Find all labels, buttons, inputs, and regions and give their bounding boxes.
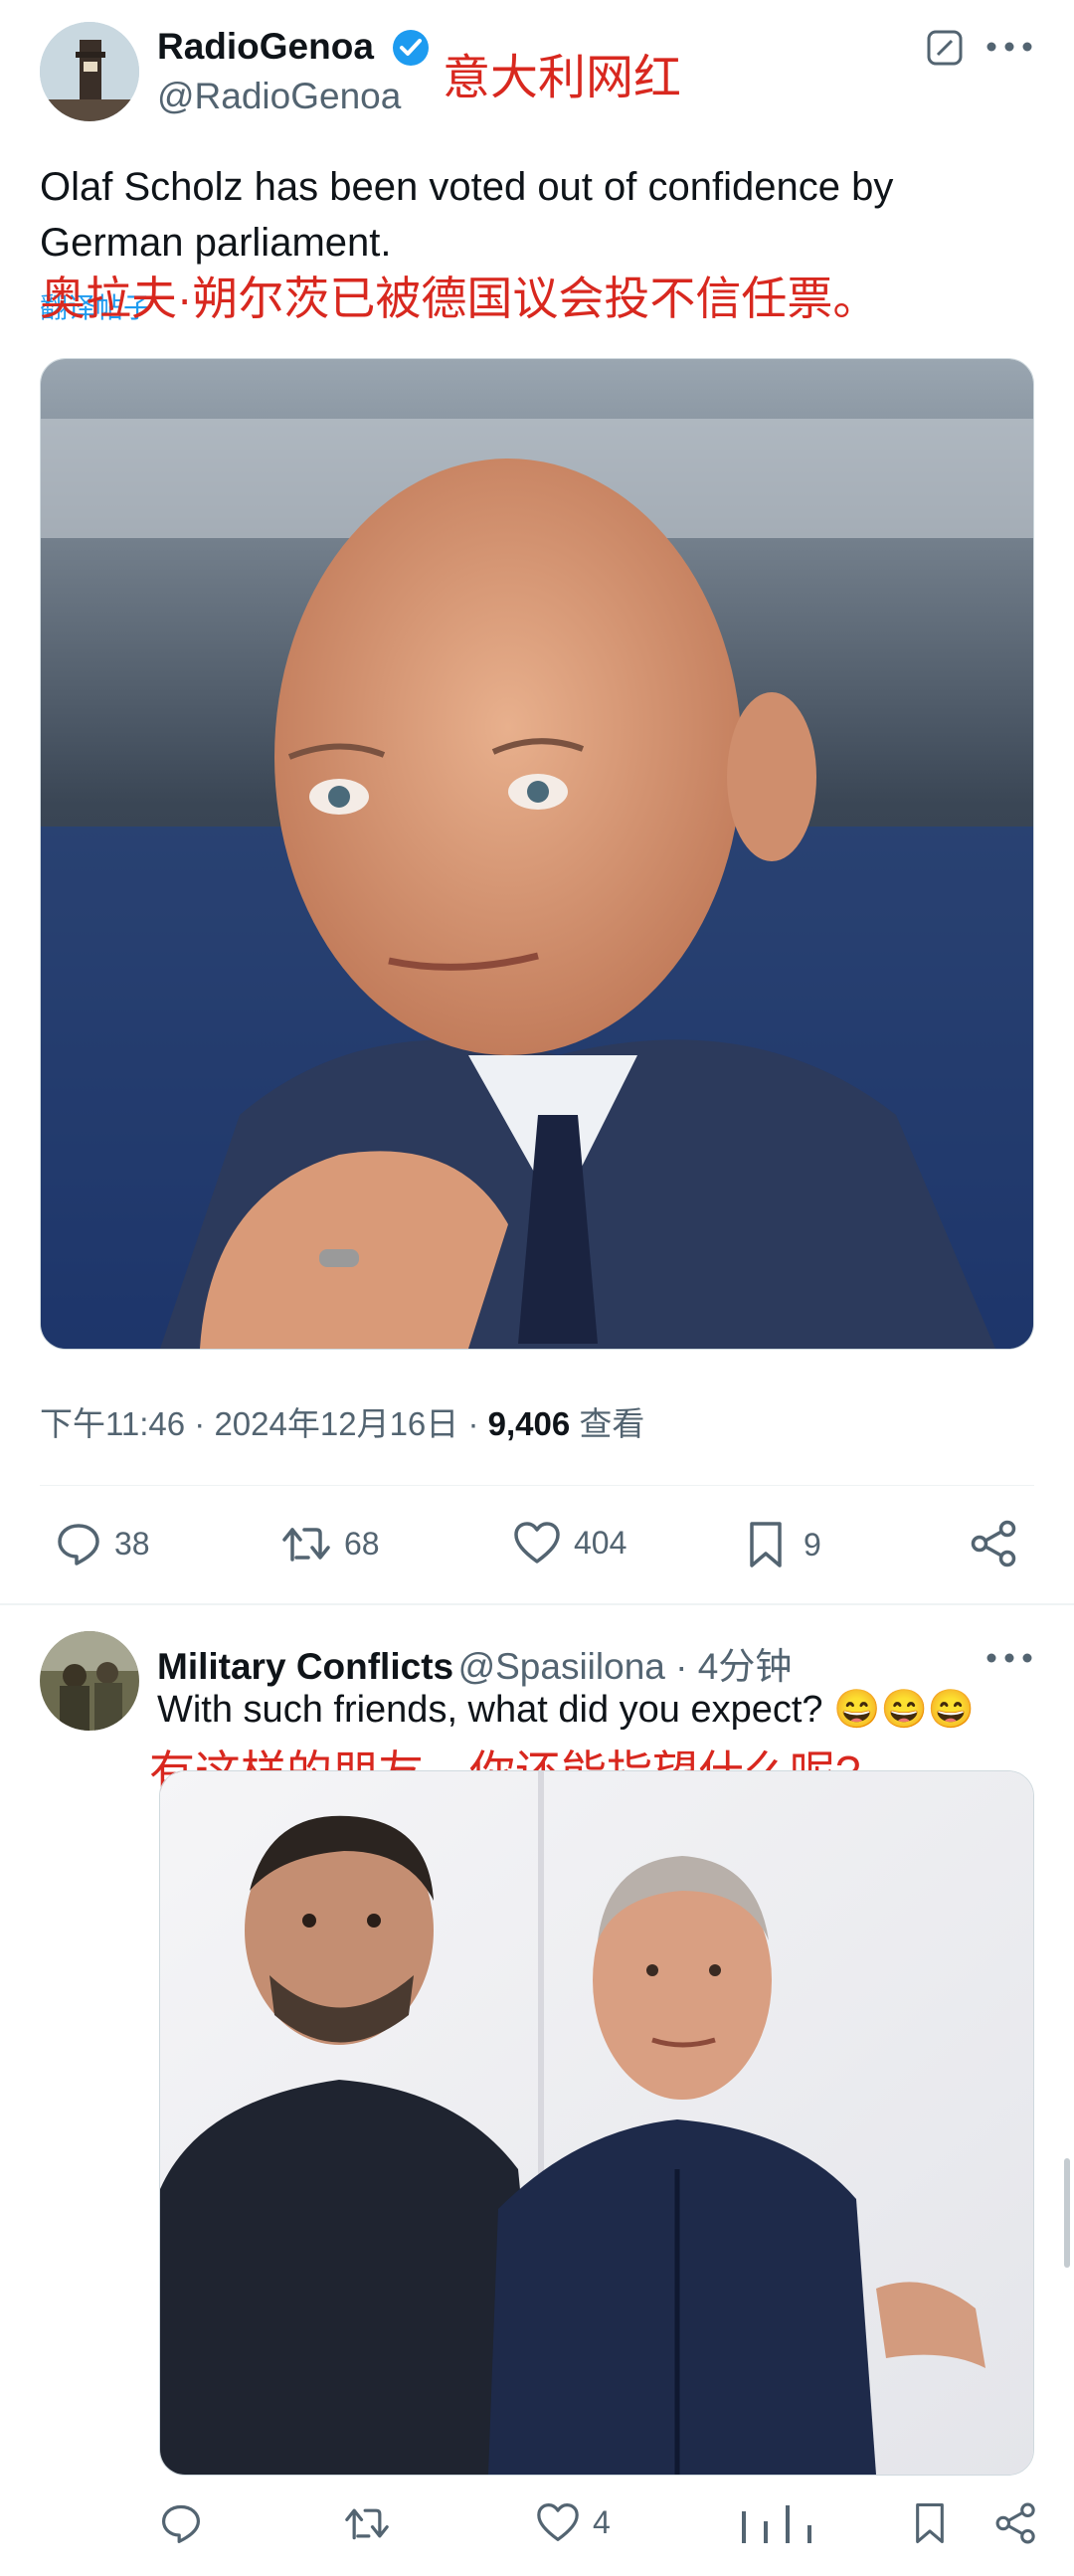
emoji-grin: 😄😄😄 <box>833 1689 976 1731</box>
bookmark-button[interactable] <box>910 2501 950 2550</box>
retweet-button[interactable] <box>343 2501 391 2550</box>
avatar-image <box>40 1631 139 1731</box>
tweet-timestamp[interactable]: 下午11:46 · 2024年12月16日 · <box>40 1405 488 1442</box>
annotation-label: 意大利网红 <box>443 52 682 104</box>
tweet2-header: Military Conflicts @Spasiilona · 4分钟 <box>157 1636 792 1690</box>
reply-count: 38 <box>114 1525 150 1562</box>
retweet-button[interactable]: 68 <box>280 1520 380 1567</box>
view-label: 查看 <box>570 1405 645 1442</box>
reply-icon <box>161 2504 201 2543</box>
views-icon[interactable] <box>736 2501 825 2550</box>
avatar-radiogenoa[interactable] <box>40 22 139 121</box>
bookmark-count: 9 <box>804 1526 821 1563</box>
retweet-count: 68 <box>344 1525 380 1562</box>
bookmark-icon <box>750 1522 782 1567</box>
annotation-translation: 奥拉夫·朔尔茨已被德国议会投不信任票。 <box>40 273 879 324</box>
user-handle[interactable]: @Spasiilona <box>458 1646 665 1687</box>
share-button[interactable] <box>994 2501 1038 2550</box>
share-icon <box>971 1520 1016 1567</box>
retweet-icon <box>345 2508 389 2540</box>
like-count: 4 <box>593 2503 611 2540</box>
reply-icon <box>58 1524 99 1565</box>
more-icon[interactable] <box>984 1651 1034 1665</box>
avatar-military-conflicts[interactable] <box>40 1631 139 1731</box>
bookmark-icon <box>916 2502 944 2544</box>
thread-separator <box>0 1603 1074 1605</box>
retweet-icon <box>282 1528 330 1562</box>
reply-button[interactable] <box>159 2501 203 2550</box>
like-count: 404 <box>574 1524 627 1561</box>
bookmark-button[interactable]: 9 <box>746 1520 821 1569</box>
share-icon <box>995 2502 1035 2544</box>
tweet-image-zelensky-scholz[interactable] <box>159 1770 1034 2476</box>
like-icon <box>537 2503 579 2541</box>
tweet-text-line1: Olaf Scholz has been voted out of confid… <box>40 165 894 209</box>
edit-icon[interactable] <box>925 28 965 68</box>
display-name[interactable]: RadioGenoa <box>157 26 374 68</box>
view-count: 9,406 <box>487 1405 571 1442</box>
more-icon[interactable] <box>984 40 1034 54</box>
user-handle[interactable]: @RadioGenoa <box>157 76 401 117</box>
tweet-meta: 下午11:46 · 2024年12月16日 · 9,406 查看 <box>40 1397 644 1445</box>
relative-time[interactable]: · 4分钟 <box>665 1646 792 1687</box>
like-icon <box>514 1522 560 1564</box>
reply-button[interactable]: 38 <box>55 1520 150 1567</box>
photo-scholz-image <box>41 359 1033 1349</box>
tweet-text: With such friends, what did you expect? <box>157 1689 823 1731</box>
avatar-image <box>40 22 139 121</box>
photo-two-men-image <box>160 1771 1033 2475</box>
like-button[interactable]: 4 <box>535 2501 611 2543</box>
display-name[interactable]: Military Conflicts <box>157 1646 453 1687</box>
divider <box>40 1485 1034 1486</box>
tweet-image-scholz[interactable] <box>40 358 1034 1350</box>
share-button[interactable] <box>970 1519 1019 1573</box>
scrollbar[interactable] <box>1064 2158 1070 2268</box>
like-button[interactable]: 404 <box>512 1520 626 1565</box>
verified-badge-icon <box>391 28 431 68</box>
tweet2-text: With such friends, what did you expect? … <box>157 1688 975 1732</box>
